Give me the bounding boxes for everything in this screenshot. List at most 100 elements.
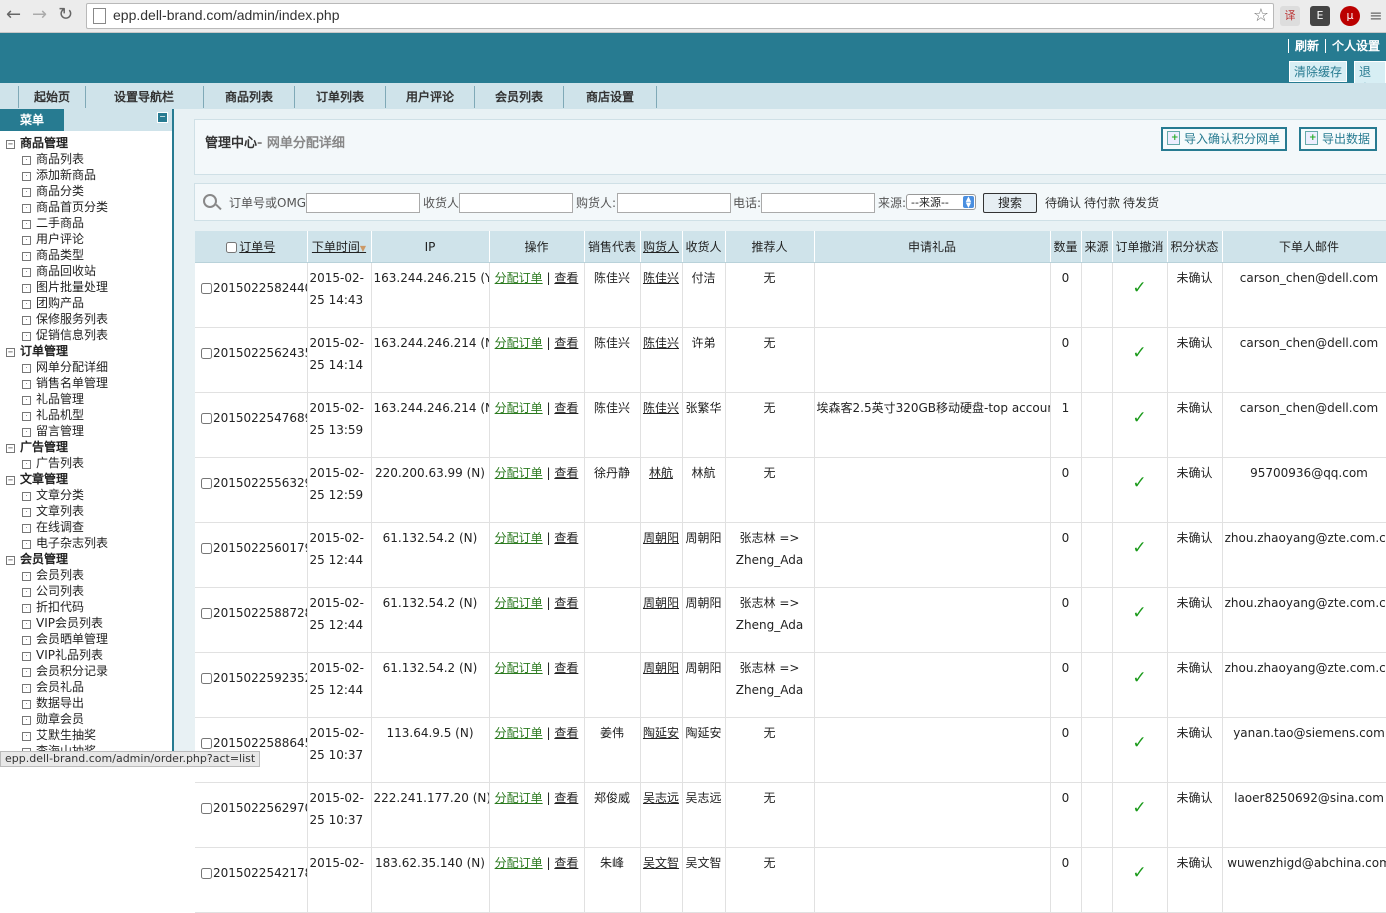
sidebar-item[interactable]: · 用户评论 [0,231,172,247]
source-select[interactable]: --来源-- ▲ ▼ [906,194,976,210]
phone-input[interactable] [761,193,875,213]
assign-order-link[interactable]: 分配订单 [495,726,543,740]
sidebar-item[interactable]: · 促销信息列表 [0,327,172,343]
sidebar-group[interactable]: − 文章管理 [0,471,172,487]
view-link[interactable]: 查看 [554,661,578,675]
view-link[interactable]: 查看 [554,791,578,805]
row-checkbox[interactable] [201,348,212,359]
sidebar-item[interactable]: · 在线调查 [0,519,172,535]
view-link[interactable]: 查看 [554,401,578,415]
reload-icon[interactable]: ↻ [58,4,73,25]
view-link[interactable]: 查看 [554,271,578,285]
consignee-input[interactable] [459,193,573,213]
row-checkbox[interactable] [201,868,212,879]
evernote-extension-icon[interactable]: E [1310,6,1330,26]
row-checkbox[interactable] [201,803,212,814]
assign-order-link[interactable]: 分配订单 [495,531,543,545]
view-link[interactable]: 查看 [554,596,578,610]
sidebar-item[interactable]: · 礼品机型 [0,407,172,423]
row-checkbox[interactable] [201,413,212,424]
sidebar-item[interactable]: · 艾默生抽奖 [0,727,172,743]
row-checkbox[interactable] [201,608,212,619]
search-button[interactable]: 搜索 [983,193,1037,213]
row-checkbox[interactable] [201,673,212,684]
buyer-link[interactable]: 吴文智 [643,856,679,870]
assign-order-link[interactable]: 分配订单 [495,336,543,350]
bookmark-star-icon[interactable]: ☆ [1253,5,1269,26]
buyer-link[interactable]: 陈佳兴 [643,401,679,415]
sidebar-item[interactable]: · 图片批量处理 [0,279,172,295]
sidebar-item[interactable]: · 商品首页分类 [0,199,172,215]
sidebar-item[interactable]: · 文章列表 [0,503,172,519]
buyer-link[interactable]: 陶延安 [643,726,679,740]
pending-shipment-link[interactable]: 待发货 [1123,194,1159,211]
address-bar[interactable]: epp.dell-brand.com/admin/index.php ☆ [86,3,1274,29]
sidebar-item[interactable]: · 商品回收站 [0,263,172,279]
sidebar-item[interactable]: · 数据导出 [0,695,172,711]
sidebar-item[interactable]: · 会员晒单管理 [0,631,172,647]
sidebar-item[interactable]: · VIP会员列表 [0,615,172,631]
tab-member-list[interactable]: 会员列表 [475,86,564,108]
view-link[interactable]: 查看 [554,856,578,870]
sidebar-group[interactable]: − 会员管理 [0,551,172,567]
translate-extension-icon[interactable]: 译 [1280,6,1300,26]
buyer-link[interactable]: 周朝阳 [643,661,679,675]
sidebar-item[interactable]: · 保修服务列表 [0,311,172,327]
tab-product-list[interactable]: 商品列表 [204,86,295,108]
view-link[interactable]: 查看 [554,531,578,545]
assign-order-link[interactable]: 分配订单 [495,466,543,480]
view-link[interactable]: 查看 [554,466,578,480]
col-buyer[interactable]: 购货人 [640,231,683,263]
tab-shop-settings[interactable]: 商店设置 [564,86,657,108]
assign-order-link[interactable]: 分配订单 [495,596,543,610]
view-link[interactable]: 查看 [554,726,578,740]
buyer-input[interactable] [617,193,731,213]
assign-order-link[interactable]: 分配订单 [495,661,543,675]
sidebar-item[interactable]: · 二手商品 [0,215,172,231]
refresh-link[interactable]: 刷新 [1287,39,1325,53]
buyer-link[interactable]: 陈佳兴 [643,336,679,350]
sidebar-item[interactable]: · 勋章会员 [0,711,172,727]
sidebar-item[interactable]: · 团购产品 [0,295,172,311]
sidebar-item[interactable]: · 会员礼品 [0,679,172,695]
clear-cache-button[interactable]: 清除缓存 [1289,61,1348,82]
buyer-link[interactable]: 陈佳兴 [643,271,679,285]
menu-tab[interactable]: 菜单 [0,109,64,131]
collapse-icon[interactable]: − [157,112,168,123]
tab-user-reviews[interactable]: 用户评论 [386,86,475,108]
sidebar-item[interactable]: · 添加新商品 [0,167,172,183]
sidebar-item[interactable]: · 会员列表 [0,567,172,583]
sidebar-item[interactable]: · 销售名单管理 [0,375,172,391]
export-data-button[interactable]: 导出数据 [1299,127,1378,151]
sidebar-item[interactable]: · 商品列表 [0,151,172,167]
select-all-checkbox[interactable] [226,242,238,253]
assign-order-link[interactable]: 分配订单 [495,271,543,285]
buyer-link[interactable]: 吴志远 [643,791,679,805]
row-checkbox[interactable] [201,738,212,749]
sidebar-item[interactable]: · 商品分类 [0,183,172,199]
sidebar-item[interactable]: · 商品类型 [0,247,172,263]
buyer-link[interactable]: 周朝阳 [643,596,679,610]
sidebar-item[interactable]: · 网单分配详细 [0,359,172,375]
personal-settings-link[interactable]: 个人设置 [1324,39,1386,53]
sidebar-item[interactable]: · 电子杂志列表 [0,535,172,551]
sidebar-item[interactable]: · 文章分类 [0,487,172,503]
sidebar-item[interactable]: · 留言管理 [0,423,172,439]
sidebar-group[interactable]: − 订单管理 [0,343,172,359]
sidebar-item[interactable]: · 礼品管理 [0,391,172,407]
back-arrow-icon[interactable]: ← [6,4,21,25]
assign-order-link[interactable]: 分配订单 [495,791,543,805]
menu-icon[interactable]: ≡ [1366,6,1386,26]
sidebar-item[interactable]: · 广告列表 [0,455,172,471]
col-order-time[interactable]: 下单时间▼ [307,231,372,263]
sidebar-item[interactable]: · 折扣代码 [0,599,172,615]
tab-nav-settings[interactable]: 设置导航栏 [85,86,204,108]
sidebar-group[interactable]: − 广告管理 [0,439,172,455]
tab-order-list[interactable]: 订单列表 [295,86,386,108]
row-checkbox[interactable] [201,283,212,294]
order-number-input[interactable] [306,193,420,213]
sidebar-group[interactable]: − 商品管理 [0,135,172,151]
sidebar-item[interactable]: · VIP礼品列表 [0,647,172,663]
forward-arrow-icon[interactable]: → [32,4,47,25]
import-confirm-button[interactable]: 导入确认积分网单 [1161,127,1288,151]
